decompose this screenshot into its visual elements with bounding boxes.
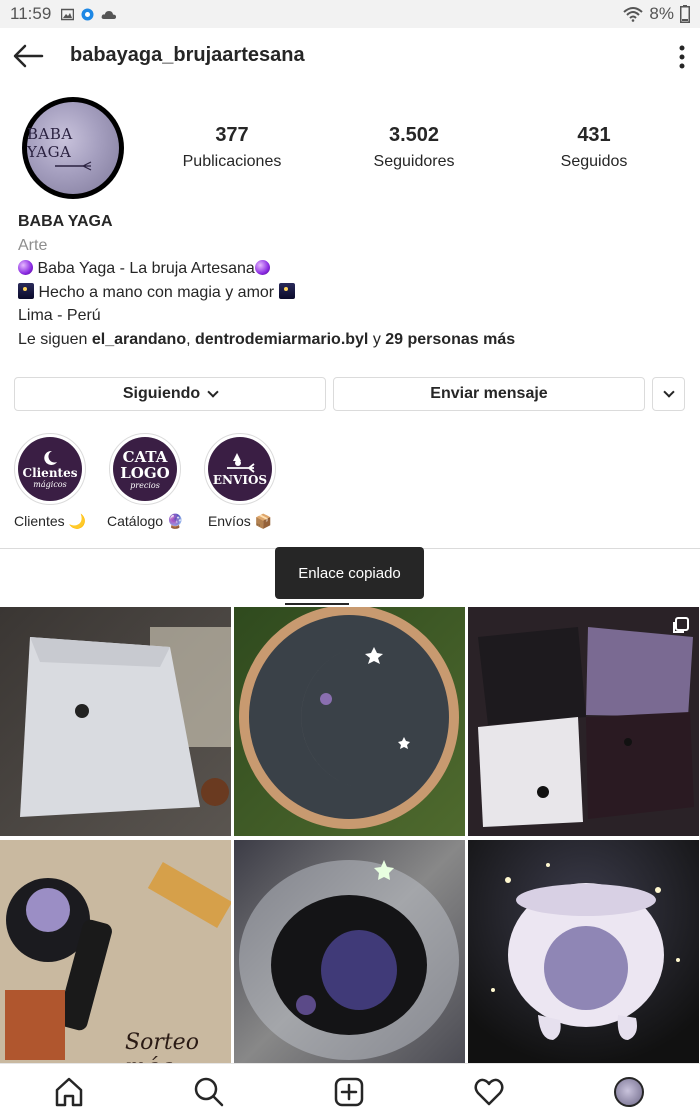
profile-avatar[interactable]: BABA YAGA: [22, 97, 124, 199]
bottom-nav: [0, 1063, 700, 1120]
toast-text: Enlace copiado: [298, 564, 401, 582]
highlight-ring: CATA LOGO precios: [109, 433, 181, 505]
avatar-moon-image: BABA YAGA: [27, 102, 119, 194]
search-icon[interactable]: [193, 1076, 225, 1108]
post-image: [239, 607, 459, 829]
moon-hoop-post[interactable]: [234, 607, 465, 836]
status-bar: 11:59 8%: [0, 0, 700, 28]
stat-following[interactable]: 431 Seguidos: [524, 124, 664, 171]
messenger-icon: [81, 8, 94, 20]
highlight-envios[interactable]: ENVIOS Envíos 📦: [202, 433, 278, 530]
followed-more[interactable]: 29 personas más: [385, 331, 515, 348]
black-cauldron-post[interactable]: [234, 840, 465, 1069]
highlight-cover-text: ENVIOS: [212, 473, 268, 487]
highlight-cover-text: Clientes: [22, 465, 78, 480]
crystal-ball-icon: [18, 260, 33, 275]
witch-on-broom-icon: [227, 453, 255, 473]
post-image: [239, 860, 459, 1060]
profile-bio: BABA YAGA Arte Baba Yaga - La bruja Arte…: [18, 210, 678, 351]
posts-grid: Sorteo mág: [0, 607, 700, 1069]
stat-followers-label: Seguidores: [373, 153, 455, 170]
white-shirt-post[interactable]: [0, 607, 231, 836]
followed-user-1[interactable]: el_arandano: [92, 331, 186, 348]
white-cauldron-post[interactable]: [468, 840, 699, 1069]
profile-username: babayaga_brujaartesana: [70, 44, 305, 66]
highlight-cover-subtext: mágicos: [33, 479, 67, 489]
cloud-icon: [101, 10, 117, 19]
wifi-icon: [623, 7, 644, 22]
status-time: 11:59: [10, 4, 52, 23]
bio-line-1: Baba Yaga - La bruja Artesana: [18, 257, 678, 281]
post-image: [491, 863, 680, 1040]
chevron-down-icon: [662, 386, 675, 398]
bio-line-3: Lima - Perú: [18, 307, 101, 324]
broom-icon: [55, 161, 92, 171]
heart-icon[interactable]: [473, 1076, 505, 1108]
following-button[interactable]: Siguiendo: [14, 377, 326, 411]
suggested-accounts-button[interactable]: [652, 377, 685, 411]
highlight-cover: CATA LOGO precios: [113, 437, 177, 501]
message-button-label: Enviar mensaje: [430, 385, 548, 402]
battery-icon: [680, 5, 690, 23]
highlight-cover-text: CATA LOGO: [120, 447, 170, 482]
add-post-icon[interactable]: [333, 1076, 365, 1108]
followed-prefix: Le siguen: [18, 330, 92, 348]
profile-name: BABA YAGA: [18, 213, 113, 230]
battery-percent: 8%: [649, 4, 674, 23]
highlight-label: Catálogo 🔮: [107, 513, 185, 529]
followed-separator: ,: [186, 330, 195, 348]
stat-followers-value: 3.502: [388, 124, 440, 146]
highlight-ring: ENVIOS: [204, 433, 276, 505]
followed-by: Le siguen el_arandano, dentrodemiarmario…: [18, 328, 678, 352]
multiple-photos-icon: [673, 617, 689, 633]
highlight-cover: ENVIOS: [208, 437, 272, 501]
stat-posts[interactable]: 377 Publicaciones: [162, 124, 302, 171]
night-sky-icon: [18, 282, 34, 299]
stat-following-value: 431: [577, 124, 611, 146]
followed-user-2[interactable]: dentrodemiarmario.byl: [195, 331, 368, 348]
toast-notification: Enlace copiado: [275, 547, 424, 599]
highlight-clientes[interactable]: Clientes mágicos Clientes 🌙: [12, 433, 88, 530]
avatar-logo-text: BABA YAGA: [27, 125, 73, 161]
night-sky-icon: [278, 282, 295, 299]
highlight-catalogo[interactable]: CATA LOGO precios Catálogo 🔮: [107, 433, 185, 530]
stat-posts-value: 377: [215, 124, 249, 146]
crystal-ball-icon: [254, 260, 270, 275]
following-button-label: Siguiendo: [122, 385, 201, 402]
chevron-down-icon: [207, 386, 219, 398]
more-vertical-icon[interactable]: [678, 44, 686, 70]
message-button[interactable]: Enviar mensaje: [333, 377, 645, 411]
highlight-label: Envíos 📦: [207, 513, 273, 529]
profile-category: Arte: [18, 236, 48, 254]
highlight-cover-subtext: precios: [130, 480, 160, 490]
tees-collage-post[interactable]: [468, 607, 699, 836]
home-icon[interactable]: [53, 1076, 85, 1108]
stat-posts-label: Publicaciones: [182, 153, 282, 170]
followed-and: y: [368, 330, 386, 348]
crescent-moon-icon: [44, 450, 57, 465]
stat-following-label: Seguidos: [560, 153, 628, 170]
bio-line-1-text: Baba Yaga - La bruja Artesana: [33, 260, 255, 277]
profile-tab-avatar[interactable]: [614, 1077, 644, 1107]
tab-grid-indicator[interactable]: [285, 603, 349, 605]
arrow-left-icon[interactable]: [12, 42, 44, 70]
stat-followers[interactable]: 3.502 Seguidores: [344, 124, 484, 171]
gallery-icon: [61, 8, 75, 20]
highlight-cover: Clientes mágicos: [18, 437, 82, 501]
status-right: 8%: [623, 4, 690, 24]
bio-line-2: Hecho a mano con magia y amor: [18, 281, 678, 305]
post-image: [478, 627, 694, 827]
post-image: [20, 627, 231, 817]
cauldron-giveaway-post[interactable]: Sorteo mág: [0, 840, 231, 1069]
highlight-label: Clientes 🌙: [14, 513, 86, 529]
top-nav: babayaga_brujaartesana: [0, 28, 700, 86]
bio-line-2-text: Hecho a mano con magia y amor: [34, 283, 279, 301]
highlight-ring: Clientes mágicos: [14, 433, 86, 505]
